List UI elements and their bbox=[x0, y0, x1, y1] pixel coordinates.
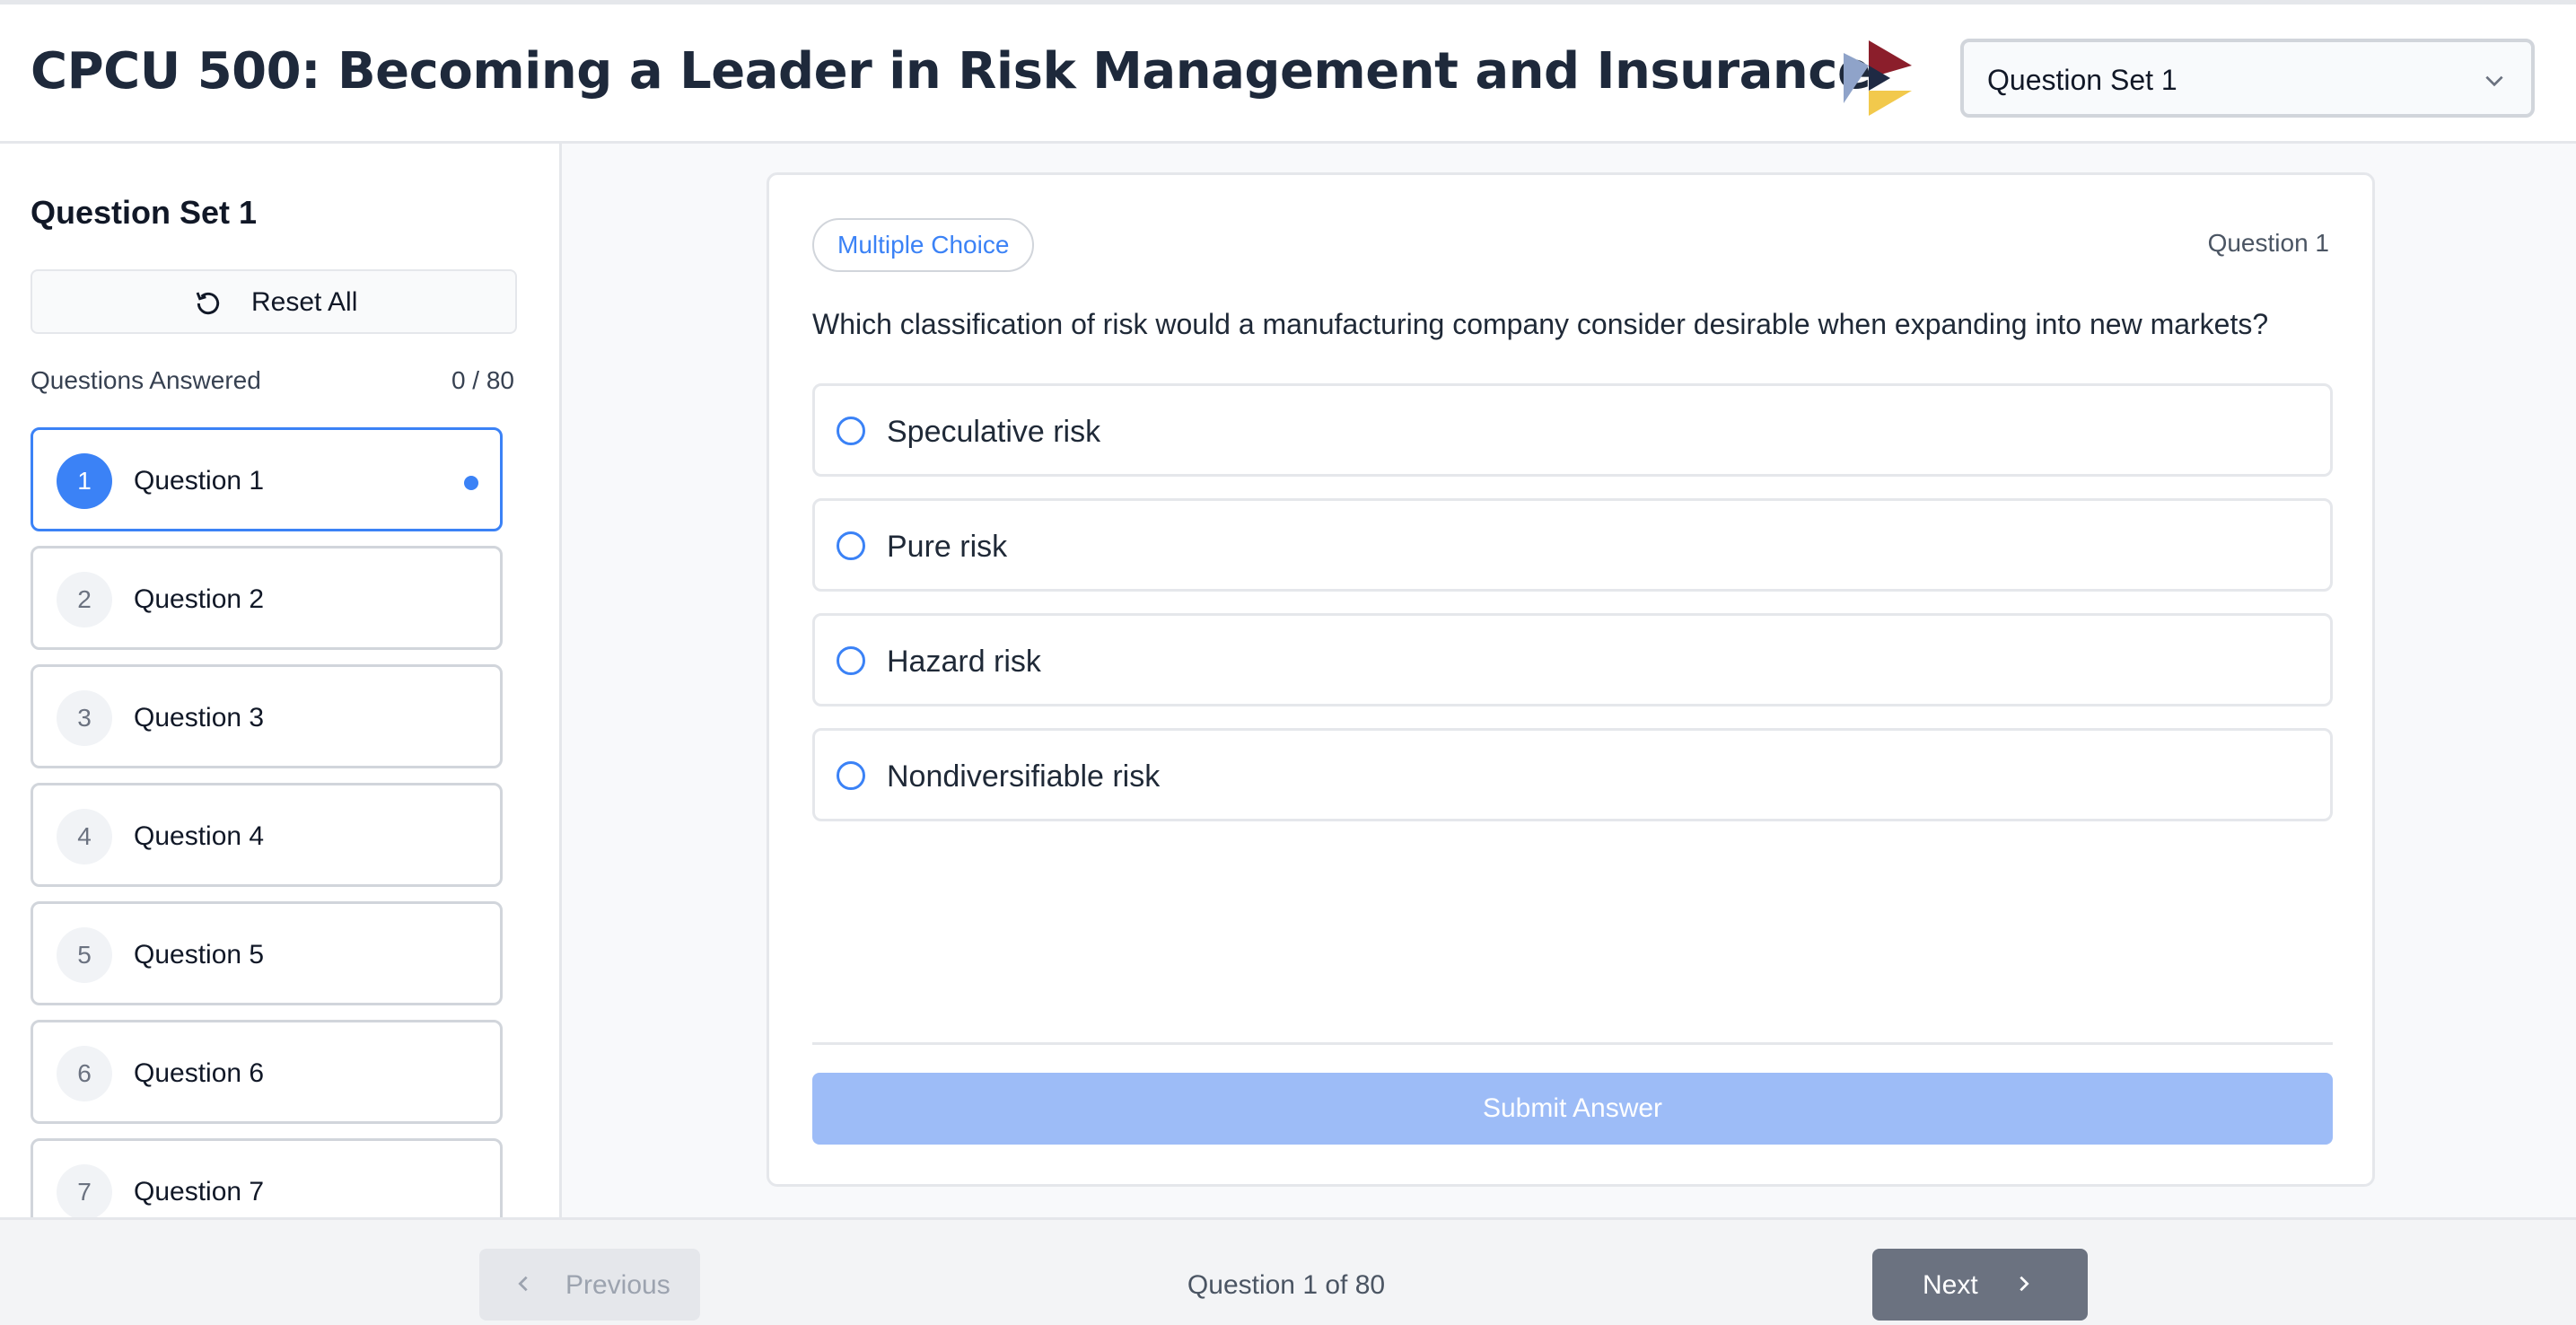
answer-option-label: Pure risk bbox=[887, 530, 1008, 564]
answer-option[interactable]: Speculative risk bbox=[812, 383, 2333, 477]
answered-label: Questions Answered bbox=[31, 366, 261, 394]
page-title: CPCU 500: Becoming a Leader in Risk Mana… bbox=[31, 42, 1871, 101]
question-number: 7 bbox=[57, 1164, 112, 1217]
question-label: Question 5 bbox=[134, 940, 265, 970]
question-label: Question 2 bbox=[134, 584, 265, 614]
question-number: 5 bbox=[57, 927, 112, 983]
next-label: Next bbox=[1923, 1270, 1978, 1300]
answer-option-label: Hazard risk bbox=[887, 645, 1041, 679]
divider bbox=[812, 1042, 2333, 1045]
logo-icon bbox=[1844, 40, 1912, 116]
question-list-item[interactable]: 1 Question 1 bbox=[31, 427, 503, 531]
question-list-item[interactable]: 7 Question 7 bbox=[31, 1138, 503, 1217]
app-header: CPCU 500: Becoming a Leader in Risk Mana… bbox=[0, 0, 2576, 144]
question-list-item[interactable]: 6 Question 6 bbox=[31, 1020, 503, 1124]
footer-nav: Previous Question 1 of 80 Next bbox=[0, 1217, 2576, 1325]
answered-count: 0 / 80 bbox=[451, 366, 514, 394]
answer-options: Speculative risk Pure risk Hazard risk N… bbox=[812, 383, 2333, 843]
radio-button[interactable] bbox=[837, 761, 865, 790]
question-type-badge: Multiple Choice bbox=[812, 218, 1035, 272]
radio-button[interactable] bbox=[837, 646, 865, 675]
question-set-select-value: Question Set 1 bbox=[1987, 64, 2177, 96]
progress-text: Question 1 of 80 bbox=[1187, 1270, 1386, 1300]
radio-button[interactable] bbox=[837, 531, 865, 560]
submit-answer-button[interactable]: Submit Answer bbox=[812, 1073, 2333, 1145]
question-label: Question 3 bbox=[134, 703, 265, 733]
answer-option[interactable]: Pure risk bbox=[812, 498, 2333, 592]
question-number: 1 bbox=[57, 453, 112, 509]
current-indicator-dot bbox=[464, 476, 478, 490]
question-list-item[interactable]: 5 Question 5 bbox=[31, 901, 503, 1005]
question-card: Multiple Choice Question 1 Which classif… bbox=[767, 172, 2375, 1187]
question-list: 1 Question 1 2 Question 2 3 Question 3 4… bbox=[31, 427, 503, 1217]
question-number: 4 bbox=[57, 809, 112, 864]
question-list-item[interactable]: 2 Question 2 bbox=[31, 546, 503, 650]
answer-option[interactable]: Hazard risk bbox=[812, 613, 2333, 706]
chevron-down-icon bbox=[2485, 75, 2503, 87]
question-index-label: Question 1 bbox=[2207, 229, 2329, 257]
answer-option-label: Speculative risk bbox=[887, 415, 1101, 449]
question-list-item[interactable]: 4 Question 4 bbox=[31, 783, 503, 887]
question-label: Question 6 bbox=[134, 1058, 265, 1088]
answer-option-label: Nondiversifiable risk bbox=[887, 759, 1161, 794]
answer-option[interactable]: Nondiversifiable risk bbox=[812, 728, 2333, 821]
chevron-right-icon bbox=[2020, 1276, 2029, 1292]
question-label: Question 7 bbox=[134, 1177, 265, 1207]
next-button[interactable]: Next bbox=[1872, 1249, 2088, 1321]
reset-icon bbox=[196, 292, 220, 315]
question-label: Question 1 bbox=[134, 466, 265, 496]
question-number: 6 bbox=[57, 1046, 112, 1101]
question-label: Question 4 bbox=[134, 821, 265, 851]
question-list-item[interactable]: 3 Question 3 bbox=[31, 664, 503, 768]
radio-button[interactable] bbox=[837, 417, 865, 445]
sidebar: Question Set 1 Reset All Questions Answe… bbox=[0, 144, 562, 1217]
question-number: 3 bbox=[57, 690, 112, 746]
progress-indicator: Question 1 of 80 bbox=[0, 1270, 2576, 1301]
question-number: 2 bbox=[57, 572, 112, 627]
reset-all-button[interactable]: Reset All bbox=[31, 269, 517, 334]
reset-all-label: Reset All bbox=[251, 287, 358, 317]
question-text: Which classification of risk would a man… bbox=[812, 308, 2269, 340]
sidebar-title: Question Set 1 bbox=[31, 194, 258, 231]
question-set-select[interactable]: Question Set 1 bbox=[1960, 39, 2535, 118]
